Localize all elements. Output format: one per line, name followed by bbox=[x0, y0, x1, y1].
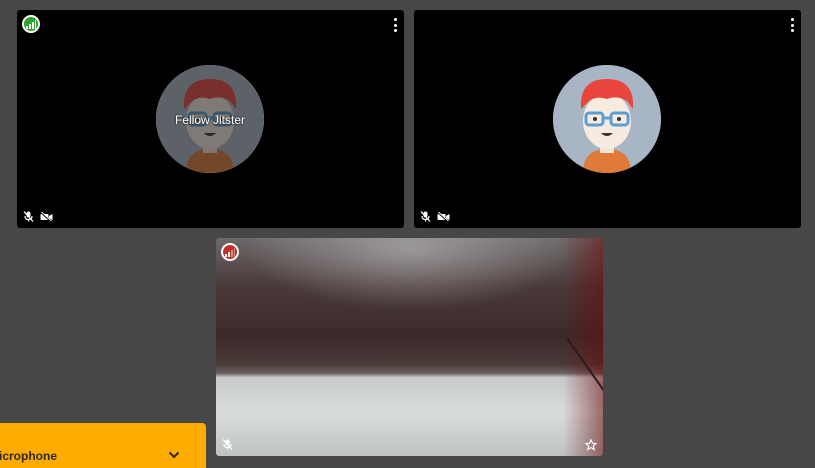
local-video-tile[interactable] bbox=[216, 238, 603, 456]
participant-tile[interactable] bbox=[414, 10, 801, 228]
avatar: Fellow Jitster bbox=[156, 65, 264, 173]
mic-muted-icon bbox=[23, 211, 34, 222]
participant-display-name: Fellow Jitster bbox=[174, 113, 245, 127]
notification-title: icrophone bbox=[0, 449, 58, 463]
star-icon[interactable] bbox=[585, 439, 597, 451]
mic-muted-icon bbox=[420, 211, 431, 222]
mic-muted-icon bbox=[222, 439, 233, 450]
connection-indicator-icon[interactable] bbox=[22, 15, 40, 33]
participant-tile[interactable]: Fellow Jitster bbox=[17, 10, 404, 228]
video-muted-icon bbox=[40, 211, 53, 222]
microphone-notification[interactable]: icrophone bbox=[0, 423, 206, 468]
avatar bbox=[553, 65, 661, 173]
chevron-down-icon[interactable] bbox=[168, 450, 180, 460]
camera-video-feed bbox=[216, 238, 603, 456]
more-options-icon[interactable] bbox=[787, 17, 797, 33]
video-muted-icon bbox=[437, 211, 450, 222]
connection-indicator-icon[interactable] bbox=[221, 243, 239, 261]
more-options-icon[interactable] bbox=[390, 17, 400, 33]
